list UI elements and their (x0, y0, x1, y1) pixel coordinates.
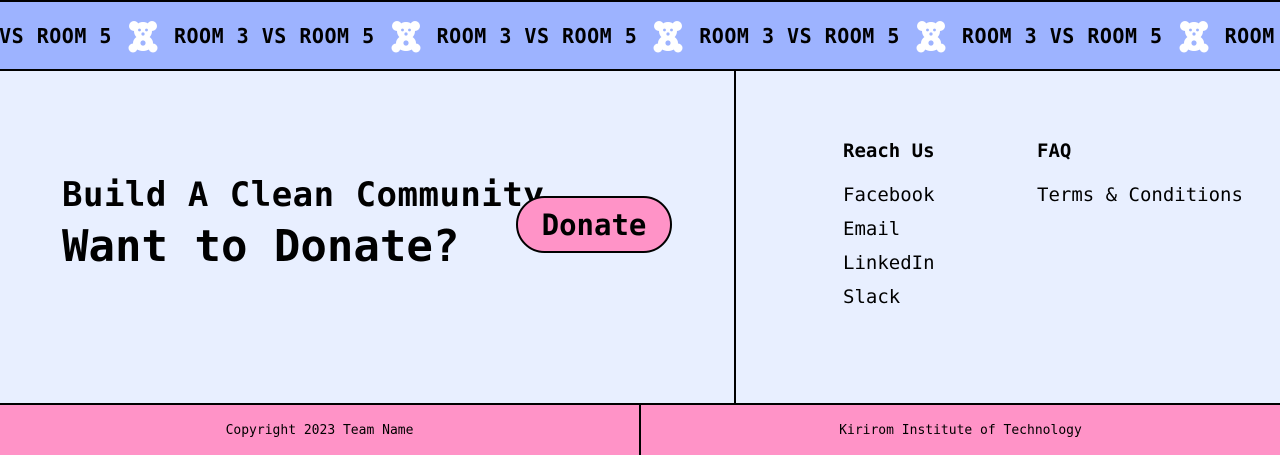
reach-us-heading: Reach Us (843, 140, 935, 162)
list-item: Slack (843, 285, 935, 319)
copyright-bar: Copyright 2023 Team Name Kirirom Institu… (0, 405, 1280, 455)
marquee-banner: 3 VS ROOM 5 ROOM 3 VS ROOM 5 ROOM 3 VS R… (0, 0, 1280, 71)
donate-button[interactable]: Donate (516, 196, 672, 253)
donate-panel: Build A Clean Community. Want to Donate?… (0, 69, 736, 403)
faq-list: Terms & Conditions (1037, 183, 1243, 217)
slack-link[interactable]: Slack (843, 286, 900, 308)
teddy-bear-icon (916, 20, 946, 52)
email-link[interactable]: Email (843, 218, 900, 240)
faq-column: FAQ Terms & Conditions (1037, 139, 1243, 217)
marquee-text: ROOM 3 VS ROOM 5 (1224, 23, 1280, 48)
marquee-item: ROOM 3 VS ROOM 5 (685, 19, 948, 53)
marquee-item: 3 VS ROOM 5 (0, 19, 160, 53)
marquee-text: ROOM 3 VS ROOM 5 (699, 23, 900, 48)
marquee-text: 3 VS ROOM 5 (0, 23, 112, 48)
copyright-text: Copyright 2023 Team Name (0, 405, 641, 455)
marquee-item: ROOM 3 VS ROOM 5 (1211, 24, 1280, 48)
footer-main: Build A Clean Community. Want to Donate?… (0, 69, 1280, 405)
links-panel: Reach Us Facebook Email LinkedIn Slack F… (736, 69, 1280, 403)
teddy-bear-icon (1179, 20, 1209, 52)
marquee-item: ROOM 3 VS ROOM 5 (160, 19, 423, 53)
institute-text: Kirirom Institute of Technology (839, 422, 1082, 438)
tagline: Build A Clean Community. (62, 175, 566, 215)
teddy-bear-icon (128, 20, 158, 52)
list-item: LinkedIn (843, 251, 935, 285)
marquee-item: ROOM 3 VS ROOM 5 (948, 19, 1211, 53)
reach-us-list: Facebook Email LinkedIn Slack (843, 183, 935, 319)
terms-link[interactable]: Terms & Conditions (1037, 184, 1243, 206)
teddy-bear-icon (391, 20, 421, 52)
facebook-link[interactable]: Facebook (843, 184, 935, 206)
linkedin-link[interactable]: LinkedIn (843, 252, 935, 274)
marquee-text: ROOM 3 VS ROOM 5 (173, 23, 375, 48)
list-item: Facebook (843, 183, 935, 217)
reach-us-column: Reach Us Facebook Email LinkedIn Slack (843, 139, 935, 319)
marquee-track: 3 VS ROOM 5 ROOM 3 VS ROOM 5 ROOM 3 VS R… (0, 2, 1280, 69)
faq-heading: FAQ (1037, 140, 1072, 162)
marquee-text: ROOM 3 VS ROOM 5 (436, 23, 638, 48)
list-item: Email (843, 217, 935, 251)
donate-headline: Want to Donate? (62, 221, 460, 272)
marquee-text: ROOM 3 VS ROOM 5 (961, 23, 1163, 48)
teddy-bear-icon (653, 20, 683, 52)
marquee-item: ROOM 3 VS ROOM 5 (423, 19, 686, 53)
list-item: Terms & Conditions (1037, 183, 1243, 217)
